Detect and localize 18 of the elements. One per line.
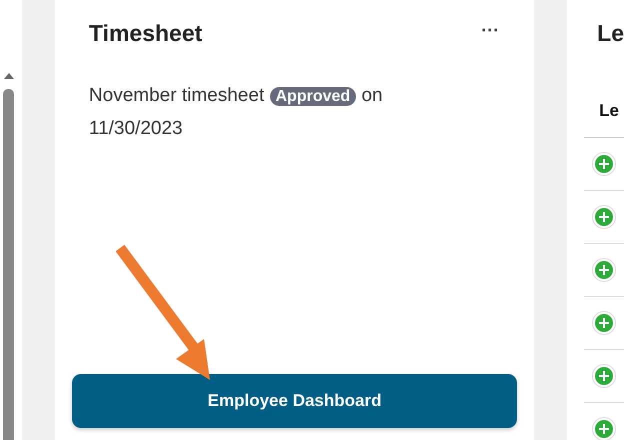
message-text: on	[361, 85, 383, 106]
message-text: November timesheet	[88, 85, 264, 106]
more-menu-button[interactable]: ···	[481, 20, 518, 46]
date-text: 11/30/2023	[88, 117, 183, 141]
column-header: Le	[584, 66, 624, 138]
status-badge: Approved	[270, 87, 356, 106]
add-icon[interactable]	[592, 205, 616, 229]
add-icon[interactable]	[592, 364, 616, 388]
scroll-up-icon[interactable]	[4, 73, 14, 79]
scrollbar[interactable]	[0, 0, 22, 440]
add-icon[interactable]	[592, 258, 616, 282]
scroll-thumb[interactable]	[3, 89, 14, 440]
card-title: Timesheet	[88, 20, 202, 46]
add-icon[interactable]	[592, 311, 616, 335]
employee-dashboard-button[interactable]: Employee Dashboard	[72, 374, 518, 428]
add-icon[interactable]	[592, 152, 616, 176]
card-title: Le	[596, 19, 624, 48]
add-icon[interactable]	[592, 417, 616, 440]
